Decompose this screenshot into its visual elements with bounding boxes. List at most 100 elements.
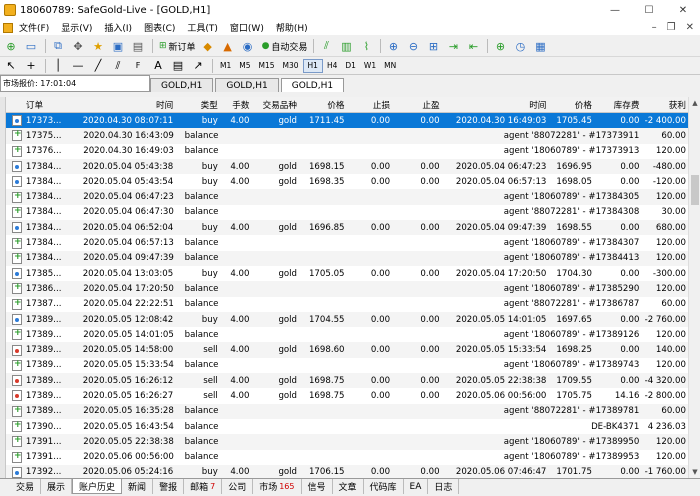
timeframe-m5[interactable]: M5 bbox=[235, 59, 254, 73]
table-row[interactable]: 17384... 2020.05.04 09:47:39 balance agent … bbox=[6, 250, 688, 266]
table-row[interactable]: 17384... 2020.05.04 06:52:04 buy 4.00 gold 16… bbox=[6, 220, 688, 236]
channel-icon[interactable]: ⫽ bbox=[109, 57, 127, 74]
table-row[interactable]: 17391... 2020.05.05 22:38:38 balance agent … bbox=[6, 434, 688, 450]
candlestick-icon[interactable]: ▥ bbox=[337, 38, 355, 55]
vertical-line-icon[interactable]: │ bbox=[49, 57, 67, 74]
mdi-close-button[interactable]: ✕ bbox=[686, 22, 694, 33]
web-icon[interactable]: ◉ bbox=[239, 38, 257, 55]
label-icon[interactable]: ▤ bbox=[169, 57, 187, 74]
table-row[interactable]: 17385... 2020.05.04 13:03:05 buy 4.00 gold 17… bbox=[6, 266, 688, 281]
new-chart-icon[interactable]: ⊕ bbox=[2, 38, 20, 55]
terminal-tab[interactable]: 邮箱 7 bbox=[184, 479, 223, 494]
timeframe-mn[interactable]: MN bbox=[380, 59, 400, 73]
terminal-tab[interactable]: 文章 bbox=[333, 479, 364, 494]
table-row[interactable]: 17384... 2020.05.04 06:47:23 balance agent … bbox=[6, 189, 688, 205]
cursor-icon[interactable]: ↖ bbox=[2, 57, 20, 74]
table-row[interactable]: 17389... 2020.05.05 15:33:54 balance agent … bbox=[6, 358, 688, 373]
scroll-up-icon[interactable]: ▲ bbox=[689, 97, 700, 109]
tile-windows-icon[interactable]: ⊞ bbox=[424, 38, 442, 55]
terminal-tab[interactable]: 市场 165 bbox=[253, 479, 302, 494]
timeframe-d1[interactable]: D1 bbox=[341, 59, 360, 73]
zoom-out-icon[interactable]: ⊖ bbox=[404, 38, 422, 55]
terminal-tab[interactable]: 公司 bbox=[222, 479, 254, 494]
col-lots[interactable]: 手数 bbox=[220, 97, 252, 112]
table-row[interactable]: 17389... 2020.05.05 16:26:27 sell 4.00 gold 1… bbox=[6, 388, 688, 403]
table-row[interactable]: 17384... 2020.05.04 05:43:54 buy 4.00 gold 16… bbox=[6, 174, 688, 189]
menu-file[interactable]: 文件(F) bbox=[13, 21, 55, 34]
line-chart-icon[interactable]: ⌇ bbox=[357, 38, 375, 55]
table-row[interactable]: 17390... 2020.05.05 16:43:54 balance DE-BK4… bbox=[6, 419, 688, 434]
terminal-tab[interactable]: 代码库 bbox=[364, 479, 404, 494]
maximize-button[interactable]: ☐ bbox=[632, 0, 666, 20]
indicators-icon[interactable]: ⊕ bbox=[491, 38, 509, 55]
horizontal-line-icon[interactable]: — bbox=[69, 57, 87, 74]
menu-insert[interactable]: 插入(I) bbox=[98, 21, 138, 34]
col-type[interactable]: 类型 bbox=[175, 97, 220, 112]
timeframe-m15[interactable]: M15 bbox=[255, 59, 279, 73]
text-icon[interactable]: A bbox=[149, 57, 167, 74]
table-row[interactable]: 17389... 2020.05.05 16:26:12 sell 4.00 gold 1… bbox=[6, 373, 688, 389]
table-row[interactable]: 17392... 2020.05.06 05:24:16 buy 4.00 gold 17… bbox=[6, 464, 688, 478]
metaeditor-icon[interactable]: ◆ bbox=[199, 38, 217, 55]
terminal-icon[interactable]: ▣ bbox=[109, 38, 127, 55]
minimize-button[interactable]: — bbox=[598, 0, 632, 20]
col-symbol[interactable]: 交易品种 bbox=[251, 97, 299, 112]
strategy-tester-icon[interactable]: ▤ bbox=[129, 38, 147, 55]
menu-help[interactable]: 帮助(H) bbox=[270, 21, 314, 34]
table-row[interactable]: 17373... 2020.04.30 08:07:11 buy 4.00 gold 17… bbox=[6, 113, 688, 129]
table-row[interactable]: 17389... 2020.05.05 14:58:00 sell 4.00 gold 1… bbox=[6, 342, 688, 358]
chart-shift-icon[interactable]: ⇥ bbox=[444, 38, 462, 55]
table-row[interactable]: 17389... 2020.05.05 14:01:05 balance agent … bbox=[6, 327, 688, 342]
terminal-tab[interactable]: 警报 bbox=[153, 479, 185, 494]
col-stop-loss[interactable]: 止损 bbox=[347, 97, 393, 112]
auto-trading-button[interactable]: ● 自动交易 bbox=[259, 38, 311, 55]
terminal-tab[interactable]: EA bbox=[404, 479, 429, 494]
table-row[interactable]: 17386... 2020.05.04 17:20:50 balance agent … bbox=[6, 281, 688, 297]
col-take-profit[interactable]: 止盈 bbox=[392, 97, 442, 112]
terminal-tab[interactable]: 账户历史 bbox=[72, 479, 123, 494]
table-row[interactable]: 17387... 2020.05.04 22:22:51 balance agent … bbox=[6, 297, 688, 312]
terminal-tab[interactable]: 新闻 bbox=[122, 479, 154, 494]
trendline-icon[interactable]: ╱ bbox=[89, 57, 107, 74]
table-row[interactable]: 17384... 2020.05.04 06:57:13 balance agent … bbox=[6, 235, 688, 250]
fibonacci-icon[interactable]: F bbox=[129, 57, 147, 74]
table-row[interactable]: 17384... 2020.05.04 06:47:30 balance agent … bbox=[6, 205, 688, 220]
table-row[interactable]: 17389... 2020.05.05 16:35:28 balance agent … bbox=[6, 403, 688, 419]
menu-view[interactable]: 显示(V) bbox=[55, 21, 98, 34]
table-row[interactable]: 17384... 2020.05.04 05:43:38 buy 4.00 gold 16… bbox=[6, 158, 688, 175]
new-order-button[interactable]: ⊞ 新订单 bbox=[156, 38, 199, 55]
col-order[interactable]: 订单 bbox=[24, 97, 81, 112]
scroll-down-icon[interactable]: ▼ bbox=[689, 466, 700, 478]
terminal-tab[interactable]: 信号 bbox=[302, 479, 333, 494]
zoom-in-icon[interactable]: ⊕ bbox=[384, 38, 402, 55]
menu-tools[interactable]: 工具(T) bbox=[181, 21, 224, 34]
terminal-tab[interactable]: 日志 bbox=[428, 479, 460, 494]
timeframe-w1[interactable]: W1 bbox=[360, 59, 380, 73]
terminal-tab[interactable]: 交易 bbox=[10, 479, 42, 494]
chart-tab-active[interactable]: GOLD,H1 bbox=[280, 78, 345, 92]
templates-icon[interactable]: ▦ bbox=[531, 38, 549, 55]
chart-tab[interactable]: GOLD,H1 bbox=[150, 78, 214, 92]
mdi-minimize-button[interactable]: – bbox=[652, 22, 657, 33]
menu-charts[interactable]: 图表(C) bbox=[138, 21, 181, 34]
vertical-scrollbar[interactable]: ▲ ▼ bbox=[688, 97, 700, 478]
table-row[interactable]: 17375... 2020.04.30 16:43:09 balance agent … bbox=[6, 128, 688, 144]
mdi-restore-button[interactable]: ❐ bbox=[667, 22, 676, 33]
scroll-thumb[interactable] bbox=[691, 175, 699, 205]
periods-icon[interactable]: ◷ bbox=[511, 38, 529, 55]
timeframe-h4[interactable]: H4 bbox=[323, 59, 341, 73]
data-window-icon[interactable]: ✥ bbox=[69, 38, 87, 55]
profiles-icon[interactable]: ▭ bbox=[22, 38, 40, 55]
arrows-icon[interactable]: ↗ bbox=[189, 57, 207, 74]
auto-scroll-icon[interactable]: ⇤ bbox=[464, 38, 482, 55]
bar-chart-icon[interactable]: ⫽ bbox=[317, 38, 335, 55]
crosshair-icon[interactable]: + bbox=[22, 57, 40, 74]
col-swap[interactable]: 库存费 bbox=[594, 97, 642, 112]
menu-window[interactable]: 窗口(W) bbox=[224, 21, 270, 34]
signals-icon[interactable]: ▲ bbox=[219, 38, 237, 55]
chart-tab[interactable]: GOLD,H1 bbox=[215, 78, 279, 92]
table-row[interactable]: 17389... 2020.05.05 12:08:42 buy 4.00 gold 17… bbox=[6, 311, 688, 328]
navigator-icon[interactable]: ★ bbox=[89, 38, 107, 55]
col-open-price[interactable]: 价格 bbox=[299, 97, 347, 112]
timeframe-m1[interactable]: M1 bbox=[216, 59, 235, 73]
